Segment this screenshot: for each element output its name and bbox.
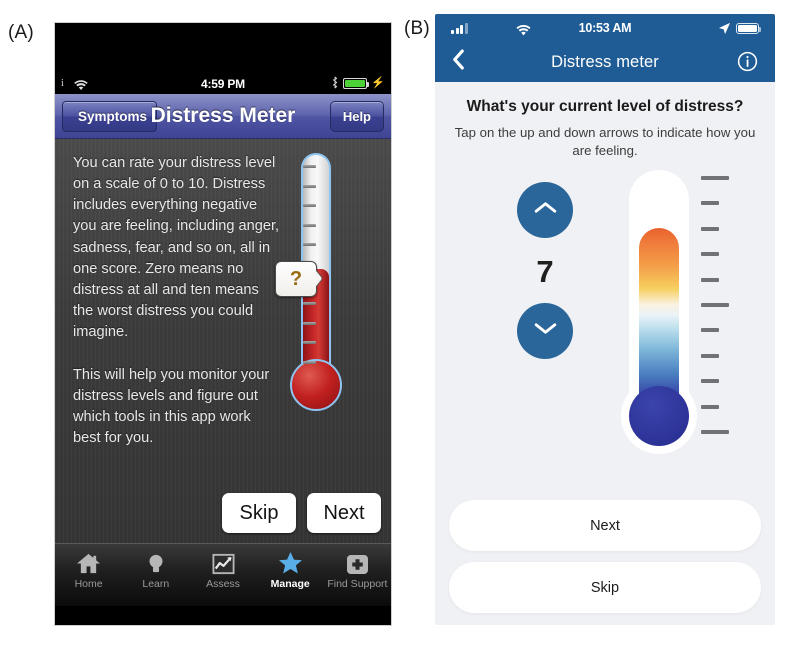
panel-a-screenshot: i 4:59 PM ⚡ Symptoms Distress Meter Help… bbox=[54, 22, 392, 626]
page-title-b: Distress meter bbox=[551, 52, 659, 71]
distress-value: 7 bbox=[536, 254, 554, 289]
back-button-b[interactable] bbox=[451, 48, 473, 76]
help-button-label: Help bbox=[342, 108, 371, 124]
instruction-text-a: You can rate your distress level on a sc… bbox=[73, 155, 280, 447]
thermometer-graphic-a: ? bbox=[275, 153, 349, 423]
charging-bolt-icon: ⚡ bbox=[371, 77, 385, 89]
tab-home-label: Home bbox=[74, 578, 103, 590]
thermometer-tick-b bbox=[701, 404, 719, 409]
location-arrow-icon bbox=[718, 22, 731, 35]
thermometer-tick-b bbox=[701, 176, 729, 180]
thermometer-tick-b bbox=[701, 379, 719, 384]
battery-icon bbox=[343, 78, 370, 89]
status-bar-a-right: ⚡ bbox=[331, 76, 385, 92]
tab-assess[interactable]: Assess bbox=[189, 549, 256, 590]
instruction-text-b: Tap on the up and down arrows to indicat… bbox=[454, 125, 756, 158]
thermometer-tick-a bbox=[303, 361, 316, 364]
lightbulb-icon bbox=[147, 549, 165, 575]
thermometer-tick-b bbox=[701, 303, 729, 307]
thermometer-tick-a bbox=[303, 204, 316, 208]
thermometer-tick-b bbox=[701, 328, 719, 333]
thermometer-tick-a bbox=[303, 302, 316, 306]
thermometer-tick-b bbox=[701, 430, 729, 434]
plus-icon bbox=[346, 549, 369, 575]
thermometer-tick-b bbox=[701, 252, 719, 257]
panel-a-label: (A) bbox=[8, 22, 34, 43]
chevron-up-icon bbox=[533, 200, 558, 220]
tab-manage[interactable]: Manage bbox=[257, 549, 324, 590]
thermometer-tick-b bbox=[701, 201, 719, 206]
back-button-label: Symptoms bbox=[78, 108, 148, 124]
home-icon bbox=[76, 549, 101, 575]
thermometer-tick-a bbox=[303, 321, 316, 325]
battery-icon bbox=[736, 22, 761, 34]
thermometer-tick-a bbox=[303, 341, 316, 345]
status-bar-b-right bbox=[718, 22, 761, 35]
thermometer-graphic-b[interactable] bbox=[621, 170, 729, 482]
next-button-b[interactable]: Next bbox=[449, 500, 761, 551]
next-button-a[interactable]: Next bbox=[307, 493, 381, 533]
action-buttons-b: Next Skip bbox=[449, 500, 761, 613]
thermometer-tick-b bbox=[701, 353, 719, 358]
thermometer-fill-b bbox=[639, 228, 679, 406]
figure-root: (A) (B) i 4:59 PM ⚡ Symptoms Distress Me… bbox=[0, 0, 800, 650]
content-area-a: You can rate your distress level on a sc… bbox=[55, 139, 391, 543]
tab-learn[interactable]: Learn bbox=[122, 549, 189, 590]
question-callout-a[interactable]: ? bbox=[275, 261, 317, 297]
content-area-b: What's your current level of distress? T… bbox=[435, 82, 775, 625]
chevron-down-icon bbox=[533, 321, 558, 341]
tab-home[interactable]: Home bbox=[55, 549, 122, 590]
question-mark-icon: ? bbox=[289, 268, 303, 290]
chart-icon bbox=[212, 549, 235, 575]
thermometer-scale-ticks-b bbox=[701, 170, 731, 454]
star-icon bbox=[278, 549, 303, 575]
thermometer-tick-a bbox=[303, 165, 316, 168]
panel-b-label: (B) bbox=[404, 18, 430, 39]
next-button-b-label: Next bbox=[590, 517, 620, 534]
bluetooth-icon bbox=[331, 76, 339, 92]
increase-value-button[interactable] bbox=[517, 182, 573, 238]
skip-button-b[interactable]: Skip bbox=[449, 562, 761, 613]
distress-stepper: 7 bbox=[481, 182, 609, 359]
info-button-b[interactable] bbox=[737, 51, 759, 73]
thermometer-tick-b bbox=[701, 226, 719, 231]
action-buttons-a: Skip Next bbox=[222, 493, 381, 533]
tab-manage-label: Manage bbox=[270, 578, 310, 590]
tab-bar-a: Home Learn Assess Manage Find Support bbox=[55, 543, 391, 606]
nav-bar-b: Distress meter bbox=[435, 42, 775, 82]
next-button-a-label: Next bbox=[323, 501, 365, 524]
decrease-value-button[interactable] bbox=[517, 303, 573, 359]
device-bezel-top bbox=[55, 23, 391, 73]
skip-button-b-label: Skip bbox=[590, 579, 620, 596]
thermometer-bulb-b bbox=[629, 386, 689, 446]
thermometer-tick-a bbox=[303, 243, 316, 247]
skip-button-a-label: Skip bbox=[239, 501, 279, 524]
info-circle-icon bbox=[737, 51, 758, 76]
thermometer-tick-b bbox=[701, 277, 719, 282]
help-button[interactable]: Help bbox=[329, 100, 384, 132]
nav-bar-a: Symptoms Distress Meter Help bbox=[55, 94, 391, 139]
tab-find-support[interactable]: Find Support bbox=[324, 549, 391, 590]
panel-b-screenshot: 10:53 AM Distress meter What's your curr… bbox=[435, 14, 775, 625]
tab-find-support-label: Find Support bbox=[327, 578, 388, 590]
back-button-symptoms[interactable]: Symptoms bbox=[62, 100, 158, 132]
skip-button-a[interactable]: Skip bbox=[222, 493, 296, 533]
thermometer-tick-a bbox=[303, 223, 316, 227]
question-heading-b: What's your current level of distress? bbox=[466, 98, 744, 115]
status-bar-a: i 4:59 PM ⚡ bbox=[55, 73, 391, 94]
tab-learn-label: Learn bbox=[142, 578, 170, 590]
device-bezel-bottom bbox=[55, 606, 391, 625]
chevron-left-icon bbox=[451, 48, 466, 76]
thermometer-tick-a bbox=[303, 184, 316, 188]
tab-assess-label: Assess bbox=[206, 578, 240, 590]
status-bar-b: 10:53 AM bbox=[435, 14, 775, 42]
